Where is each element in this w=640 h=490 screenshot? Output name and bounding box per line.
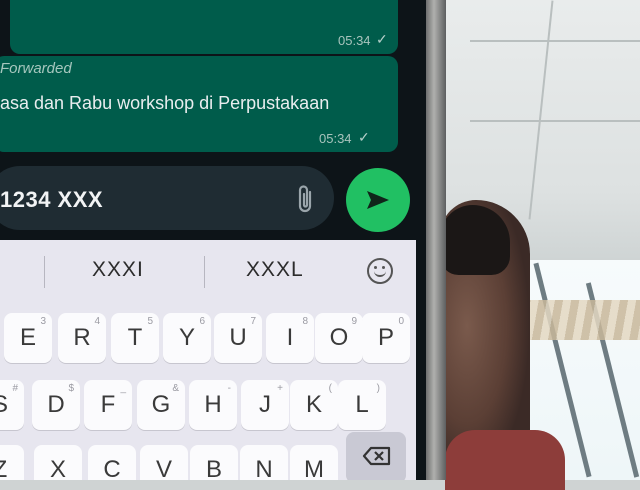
- backspace-icon: [362, 446, 391, 466]
- key[interactable]: B: [190, 445, 238, 480]
- key[interactable]: 7U: [214, 313, 262, 363]
- message-text: asa dan Rabu workshop di Perpustakaan: [0, 93, 330, 113]
- paperclip-icon[interactable]: [292, 184, 320, 214]
- key[interactable]: (K: [290, 380, 338, 430]
- message-time: 05:34: [338, 33, 371, 48]
- suggestion-divider: [44, 256, 45, 288]
- ceiling-line: [470, 120, 640, 122]
- message-input[interactable]: 1234 XXX: [0, 166, 334, 230]
- suggestion-divider: [204, 256, 205, 288]
- suggestion-2[interactable]: XXXL: [246, 258, 304, 282]
- key[interactable]: 4R: [58, 313, 106, 363]
- person-shirt: [445, 430, 565, 490]
- key[interactable]: 6Y: [163, 313, 211, 363]
- message-bubble[interactable]: Forwarded asa dan Rabu workshop di Perpu…: [0, 56, 398, 152]
- key[interactable]: ) L: [338, 380, 386, 430]
- send-button[interactable]: [346, 168, 410, 232]
- key[interactable]: 3E: [4, 313, 52, 363]
- key[interactable]: Z: [0, 445, 24, 480]
- message-bubble: 05:34 ✓: [10, 0, 398, 54]
- key[interactable]: _ F: [84, 380, 132, 430]
- message-time: 05:34: [319, 131, 352, 146]
- key[interactable]: -H: [189, 380, 237, 430]
- key[interactable]: 0P: [362, 313, 410, 363]
- key[interactable]: C: [88, 445, 136, 480]
- key[interactable]: + J: [241, 380, 289, 430]
- person-hair: [440, 205, 510, 275]
- read-check-icon: ✓: [358, 129, 370, 145]
- key[interactable]: $ D: [32, 380, 80, 430]
- forwarded-label: Forwarded: [0, 60, 72, 77]
- send-icon: [367, 191, 389, 209]
- key[interactable]: & G: [137, 380, 185, 430]
- emoji-icon[interactable]: [367, 258, 393, 284]
- backspace-key[interactable]: [346, 432, 406, 480]
- key[interactable]: 8I: [266, 313, 314, 363]
- key[interactable]: M: [290, 445, 338, 480]
- key[interactable]: 9O: [315, 313, 363, 363]
- key[interactable]: N: [240, 445, 288, 480]
- key[interactable]: V: [140, 445, 188, 480]
- key[interactable]: 5T: [111, 313, 159, 363]
- suggestion-1[interactable]: XXXI: [92, 258, 144, 282]
- key[interactable]: #S: [0, 380, 24, 430]
- phone-edge: [426, 0, 446, 480]
- ceiling-line: [470, 40, 640, 42]
- read-check-icon: ✓: [376, 31, 388, 47]
- key[interactable]: X: [34, 445, 82, 480]
- phone-screen: 05:34 ✓ Forwarded asa dan Rabu workshop …: [0, 0, 426, 480]
- message-input-text: 1234 XXX: [0, 187, 104, 212]
